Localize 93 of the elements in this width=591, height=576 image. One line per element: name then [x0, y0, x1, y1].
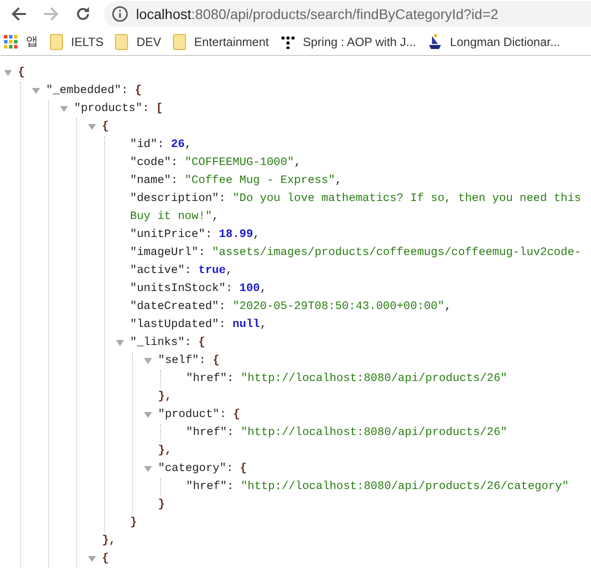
back-arrow-icon [11, 6, 27, 22]
json-value: "http://localhost:8080/api/products/26" [240, 372, 508, 387]
json-value: "2020-05-29T08:50:43.000+00:00" [232, 300, 444, 315]
json-key: "code": [130, 154, 178, 172]
json-value: 18.99 [218, 228, 254, 243]
open-bracket: { [102, 120, 109, 135]
expand-triangle-icon [115, 338, 125, 348]
expand-triangle-icon [3, 68, 13, 78]
toggle-button[interactable] [87, 122, 97, 132]
json-value: "Do you love mathematics? If so, then you need this [232, 192, 582, 207]
close-bracket: } [130, 516, 137, 531]
bookmark-link[interactable]: IELTS [50, 34, 104, 50]
expand-triangle-icon [143, 356, 153, 366]
json-key: "_embedded": [46, 82, 128, 100]
bookmark-link[interactable]: Longman Dictionar... [428, 34, 560, 50]
url-path: :8080/api/products/search/findByCategoryId?id=2 [191, 6, 498, 22]
json-key: "href": [186, 370, 234, 388]
open-bracket: { [198, 336, 206, 351]
toggle-button[interactable] [59, 104, 69, 114]
json-key: "_links": [130, 334, 192, 352]
json-value: 26 [171, 138, 185, 153]
open-bracket: { [212, 354, 220, 369]
json-value: "COFFEEMUG-1000" [184, 156, 294, 171]
apps-grid-icon [4, 34, 18, 48]
info-icon [112, 6, 128, 22]
comma: , [212, 210, 219, 225]
close-bracket: }, [158, 444, 172, 459]
reload-icon [75, 6, 91, 22]
expand-triangle-icon [59, 104, 69, 114]
bookmark-link[interactable]: Spring : AOP with J... [280, 34, 416, 48]
json-key: "unitsInStock": [130, 280, 233, 298]
open-bracket: { [102, 552, 109, 567]
json-key: "products": [74, 100, 150, 118]
expand-triangle-icon [143, 464, 153, 474]
json-value: "assets/images/products/coffeemugs/coffeemug-luv2code- [212, 246, 582, 261]
json-value: "http://localhost:8080/api/products/26/category" [240, 480, 569, 495]
json-key: "self": [158, 352, 206, 370]
json-value: null [232, 318, 260, 333]
folder-icon [50, 34, 63, 50]
toggle-button[interactable] [143, 410, 153, 420]
address-bar[interactable]: localhost:8080/api/products/search/findByCategoryId?id=2 [104, 1, 591, 27]
forward-arrow-icon [43, 6, 59, 22]
ship-icon [428, 34, 442, 50]
comma: , [335, 174, 342, 189]
json-key: "active": [130, 262, 192, 280]
open-bracket: { [240, 462, 247, 477]
bookmark-link[interactable]: 앱 [4, 33, 38, 50]
json-value: Buy it now!" [130, 210, 212, 225]
json-key: "imageUrl": [130, 244, 206, 262]
toggle-button[interactable] [3, 68, 13, 78]
json-value: "Coffee Mug - Express" [184, 174, 336, 189]
json-key: "description": [130, 190, 226, 208]
json-value: true [198, 264, 226, 279]
comma: , [294, 156, 301, 171]
json-key: "product": [158, 406, 226, 424]
comma: , [184, 138, 192, 153]
expand-triangle-icon [87, 554, 97, 564]
json-key: "id": [130, 136, 164, 154]
folder-icon [173, 34, 186, 50]
close-bracket: }, [102, 534, 116, 549]
json-value: 100 [239, 282, 260, 297]
open-bracket: [ [156, 102, 163, 117]
toggle-button[interactable] [115, 338, 125, 348]
comma: , [444, 300, 452, 315]
json-value: "http://localhost:8080/api/products/26" [240, 426, 508, 441]
toggle-button[interactable] [143, 356, 153, 366]
close-bracket: } [158, 498, 165, 513]
toggle-button[interactable] [31, 86, 41, 96]
close-bracket: }, [158, 390, 172, 405]
json-key: "unitPrice": [130, 226, 212, 244]
toggle-button[interactable] [143, 464, 153, 474]
dots-icon [280, 34, 295, 48]
open-bracket: { [18, 66, 25, 81]
bookmark-link[interactable]: DEV [115, 34, 162, 50]
expand-triangle-icon [143, 410, 153, 420]
json-key: "name": [130, 172, 178, 190]
toggle-button[interactable] [87, 554, 97, 564]
open-bracket: { [233, 408, 240, 423]
json-key: "category": [158, 460, 234, 478]
comma: , [260, 318, 267, 333]
comma: , [260, 282, 267, 297]
url-host: localhost [136, 6, 192, 22]
expand-triangle-icon [87, 122, 97, 132]
comma: , [226, 264, 233, 279]
expand-triangle-icon [31, 86, 41, 96]
json-key: "href": [186, 424, 234, 442]
comma: , [253, 228, 260, 243]
json-key: "lastUpdated": [130, 316, 226, 334]
json-key: "href": [186, 478, 234, 496]
bookmark-link[interactable]: Entertainment [173, 34, 269, 50]
json-key: "dateCreated": [130, 298, 226, 316]
folder-icon [115, 34, 128, 50]
open-bracket: { [134, 84, 142, 99]
